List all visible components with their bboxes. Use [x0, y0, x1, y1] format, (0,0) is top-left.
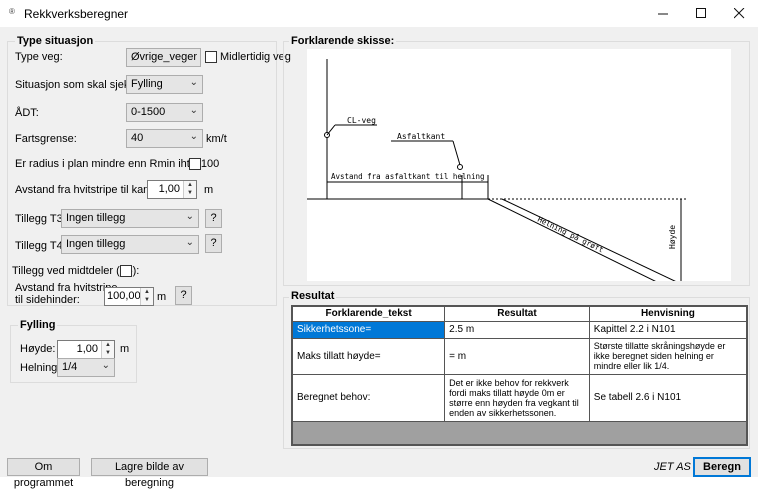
- fartsgrense-select[interactable]: 40 ⌄: [126, 129, 203, 148]
- result-title: Resultat: [289, 290, 337, 302]
- asfaltkant-leader: [452, 140, 461, 166]
- tillegg-t5-checkbox[interactable]: [120, 265, 132, 277]
- cl-veg-label: CL-veg: [347, 116, 376, 125]
- chevron-down-icon: ⌄: [189, 105, 198, 116]
- radius-checkbox[interactable]: [189, 158, 201, 170]
- table-cell[interactable]: Det er ikke behov for rekkverk fordi mak…: [444, 373, 590, 422]
- table-cell[interactable]: Sikkerhetssone=: [291, 320, 446, 339]
- hoyde-label: Høyde: [668, 225, 677, 249]
- helning-value: 1/4: [62, 361, 78, 373]
- maximize-button[interactable]: [682, 0, 720, 27]
- tillegg-t3-label: Tillegg T3:: [15, 213, 66, 225]
- asfaltkant-label: Asfaltkant: [397, 132, 445, 141]
- hoyde-unit: m: [120, 343, 130, 355]
- tillegg-t3-select[interactable]: Ingen tillegg ⌄: [61, 209, 199, 228]
- chevron-down-icon: ⌄: [189, 131, 198, 142]
- spin-buttons[interactable]: ▲ ▼: [140, 288, 153, 305]
- om-programmet-button[interactable]: Om programmet: [7, 458, 80, 489]
- table-cell[interactable]: Største tillatte skråningshøyde er ikke …: [588, 337, 748, 375]
- fartsgrense-label: Fartsgrense:: [15, 133, 77, 145]
- cl-leader: [326, 124, 336, 136]
- type-veg-value: Øvrige_veger: [131, 51, 198, 63]
- spin-buttons[interactable]: ▲ ▼: [101, 341, 114, 358]
- close-button[interactable]: [720, 0, 758, 27]
- table-cell[interactable]: Se tabell 2.6 i N101: [588, 373, 748, 422]
- situasjon-select[interactable]: Fylling ⌄: [126, 75, 203, 94]
- chevron-down-icon: ⌄: [185, 237, 194, 248]
- tillegg-t3-value: Ingen tillegg: [66, 212, 126, 224]
- column-header[interactable]: Resultat: [444, 305, 590, 322]
- fartsgrense-value: 40: [131, 132, 144, 144]
- empty-area: [291, 420, 748, 446]
- table-cell[interactable]: 2.5 m: [444, 320, 590, 339]
- chevron-down-icon: ⌄: [185, 211, 194, 222]
- maximize-icon: [695, 8, 706, 18]
- table-row[interactable]: Beregnet behov: Det er ikke behov for re…: [291, 373, 748, 422]
- beregn-button[interactable]: Beregn: [693, 457, 751, 477]
- help-t3-button[interactable]: ?: [205, 209, 222, 228]
- avstand-kant-unit: m: [204, 184, 214, 196]
- situasjon-value: Fylling: [131, 78, 163, 90]
- fartsgrense-unit: km/t: [206, 133, 227, 145]
- lagre-bilde-button[interactable]: Lagre bilde av beregning: [91, 458, 208, 489]
- chevron-down-icon: ⌄: [189, 77, 198, 88]
- sidehinder-label-line2: til sidehinder:: [15, 294, 80, 306]
- hoyde-label: Høyde:: [20, 343, 56, 355]
- title-bar: ® Rekkverksberegner: [0, 0, 758, 27]
- helning-label: Helning:: [20, 362, 61, 374]
- help-t4-button[interactable]: ?: [205, 234, 222, 253]
- column-header[interactable]: Forklarende_tekst: [291, 305, 446, 322]
- type-veg-select[interactable]: Øvrige_veger: [126, 48, 201, 67]
- window-title: Rekkverksberegner: [24, 7, 129, 21]
- midlertidig-veg-checkbox[interactable]: [205, 51, 217, 63]
- road-cross-section-diagram: CL-veg Asfaltkant Avstand fra asfaltkant…: [307, 59, 731, 288]
- hoyde-value: 1,00: [76, 343, 98, 355]
- asfaltkant-marker: [457, 164, 463, 170]
- avstand-kant-value: 1,00: [158, 183, 180, 195]
- tillegg-t4-value: Ingen tillegg: [66, 238, 126, 250]
- table-row[interactable]: Maks tillatt høyde= = m Største tillatte…: [291, 337, 748, 375]
- table-cell[interactable]: Kapittel 2.2 i N101: [588, 320, 748, 339]
- minimize-icon: [657, 13, 668, 15]
- adt-label: ÅDT:: [15, 107, 39, 119]
- adt-select[interactable]: 0-1500 ⌄: [126, 103, 203, 122]
- result-header-row: Forklarende_tekst Resultat Henvisning: [291, 305, 748, 322]
- table-cell[interactable]: = m: [444, 337, 590, 375]
- jet-as-label: JET AS: [654, 461, 691, 473]
- tillegg-t4-label: Tillegg T4:: [15, 240, 66, 252]
- sidehinder-value: 100,00: [107, 290, 141, 302]
- sidehinder-input[interactable]: 100,00 ▲ ▼: [104, 287, 154, 306]
- type-veg-label: Type veg:: [15, 51, 63, 63]
- result-table: Forklarende_tekst Resultat Henvisning Si…: [291, 305, 748, 446]
- avstand-label: Avstand fra asfaltkant til helning: [331, 172, 485, 181]
- sidehinder-label-line1: Avstand fra hvitstripe: [15, 282, 118, 294]
- table-cell[interactable]: Maks tillatt høyde=: [291, 337, 446, 375]
- hoyde-input[interactable]: 1,00 ▲ ▼: [57, 340, 115, 359]
- chevron-down-icon: ⌄: [101, 360, 110, 371]
- avstand-kant-input[interactable]: 1,00 ▲ ▼: [147, 180, 197, 199]
- minimize-button[interactable]: [644, 0, 682, 27]
- help-sidehinder-button[interactable]: ?: [175, 286, 192, 305]
- helning-label: Helning på grøft: [536, 215, 605, 255]
- sketch-canvas: CL-veg Asfaltkant Avstand fra asfaltkant…: [307, 49, 731, 288]
- fylling-title: Fylling: [18, 319, 58, 331]
- adt-value: 0-1500: [131, 106, 166, 118]
- midlertidig-veg-label: Midlertidig veg: [220, 51, 291, 63]
- spin-buttons[interactable]: ▲ ▼: [183, 181, 196, 198]
- table-row[interactable]: Sikkerhetssone= 2.5 m Kapittel 2.2 i N10…: [291, 320, 748, 339]
- close-icon: [733, 8, 744, 19]
- tillegg-t4-select[interactable]: Ingen tillegg ⌄: [61, 235, 199, 254]
- avstand-kant-label: Avstand fra hvitstripe til kant:: [15, 184, 156, 196]
- sketch-title: Forklarende skisse:: [289, 35, 397, 47]
- table-cell[interactable]: Beregnet behov:: [291, 373, 446, 422]
- app-icon: ®: [9, 7, 15, 16]
- column-header[interactable]: Henvisning: [588, 305, 748, 322]
- sidehinder-unit: m: [157, 291, 167, 303]
- helning-select[interactable]: 1/4 ⌄: [57, 358, 115, 377]
- type-situasjon-title: Type situasjon: [15, 35, 96, 47]
- client-area: Type situasjon Type veg: Øvrige_veger Mi…: [0, 27, 758, 489]
